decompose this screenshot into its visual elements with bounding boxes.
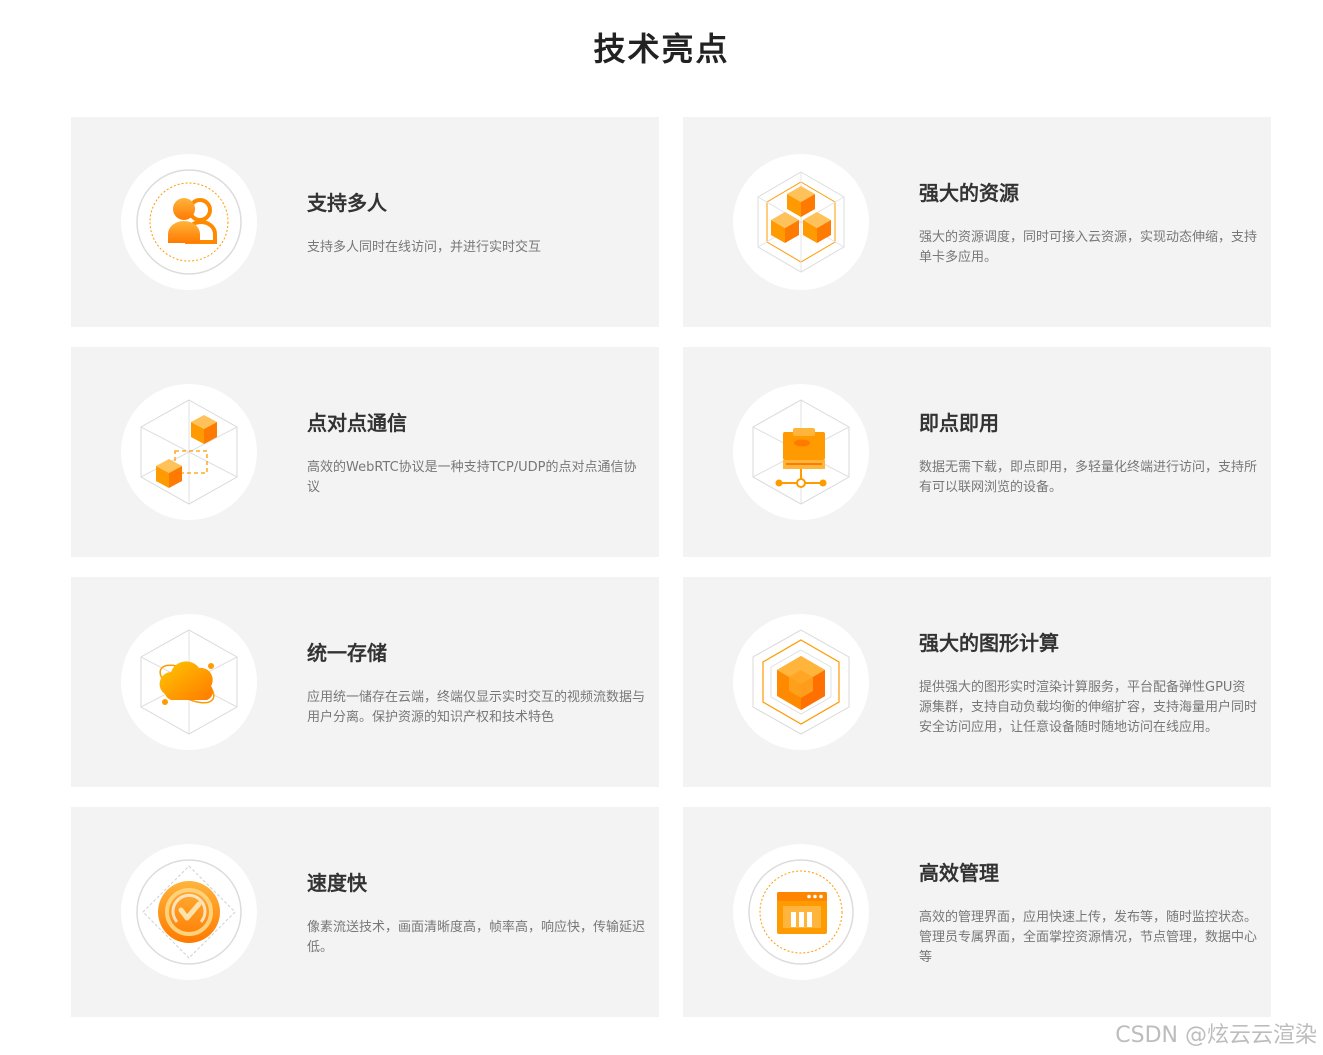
feature-title: 强大的资源 — [919, 180, 1019, 205]
features-grid: 支持多人 支持多人同时在线访问，并进行实时交互 强大的资源 强大的资源调度，同时… — [71, 117, 1271, 1017]
watermark: CSDN @炫云云渲染 — [1115, 1023, 1317, 1048]
feature-description: 高效的管理界面，应用快速上传，发布等，随时监控状态。管理员专属界面，全面掌控资源… — [919, 909, 1258, 965]
feature-description: 提供强大的图形实时渲染计算服务，平台配备弹性GPU资源集群，支持自动负载均衡的伸… — [919, 679, 1258, 735]
feature-title: 高效管理 — [919, 860, 999, 885]
feature-card-management: 高效管理 高效的管理界面，应用快速上传，发布等，随时监控状态。管理员专属界面，全… — [683, 807, 1271, 1017]
feature-card-instant-use: 即点即用 数据无需下载，即点即用，多轻量化终端进行访问，支持所有可以联网浏览的设… — [683, 347, 1271, 557]
feature-title: 速度快 — [307, 870, 367, 895]
feature-card-graphics: 强大的图形计算 提供强大的图形实时渲染计算服务，平台配备弹性GPU资源集群，支持… — [683, 577, 1271, 787]
speedometer-icon — [121, 844, 257, 980]
feature-title: 统一存储 — [307, 640, 387, 665]
dashboard-window-icon — [733, 844, 869, 980]
cubes-icon — [733, 154, 869, 290]
feature-title: 支持多人 — [307, 190, 387, 215]
feature-description: 强大的资源调度，同时可接入云资源，实现动态伸缩，支持单卡多应用。 — [919, 229, 1258, 265]
feature-title: 即点即用 — [919, 410, 999, 435]
page-title: 技术亮点 — [593, 30, 730, 68]
cloud-storage-icon — [121, 614, 257, 750]
p2p-cubes-icon — [121, 384, 257, 520]
feature-card-storage: 统一存储 应用统一储存在云端，终端仅显示实时交互的视频流数据与用户分离。保护资源… — [71, 577, 659, 787]
feature-card-resources: 强大的资源 强大的资源调度，同时可接入云资源，实现动态伸缩，支持单卡多应用。 — [683, 117, 1271, 327]
feature-card-multi-user: 支持多人 支持多人同时在线访问，并进行实时交互 — [71, 117, 659, 327]
server-network-icon — [733, 384, 869, 520]
feature-description: 高效的WebRTC协议是一种支持TCP/UDP的点对点通信协议 — [307, 459, 637, 495]
feature-description: 像素流送技术，画面清晰度高，帧率高，响应快，传输延迟低。 — [307, 919, 646, 955]
feature-description: 数据无需下载，即点即用，多轻量化终端进行访问，支持所有可以联网浏览的设备。 — [919, 459, 1258, 495]
feature-title: 强大的图形计算 — [919, 630, 1059, 655]
feature-card-p2p: 点对点通信 高效的WebRTC协议是一种支持TCP/UDP的点对点通信协议 — [71, 347, 659, 557]
users-icon — [121, 154, 257, 290]
feature-description: 应用统一储存在云端，终端仅显示实时交互的视频流数据与用户分离。保护资源的知识产权… — [307, 689, 646, 725]
feature-card-speed: 速度快 像素流送技术，画面清晰度高，帧率高，响应快，传输延迟低。 — [71, 807, 659, 1017]
feature-description: 支持多人同时在线访问，并进行实时交互 — [307, 239, 542, 255]
feature-title: 点对点通信 — [307, 410, 407, 435]
hexagon-cube-icon — [733, 614, 869, 750]
